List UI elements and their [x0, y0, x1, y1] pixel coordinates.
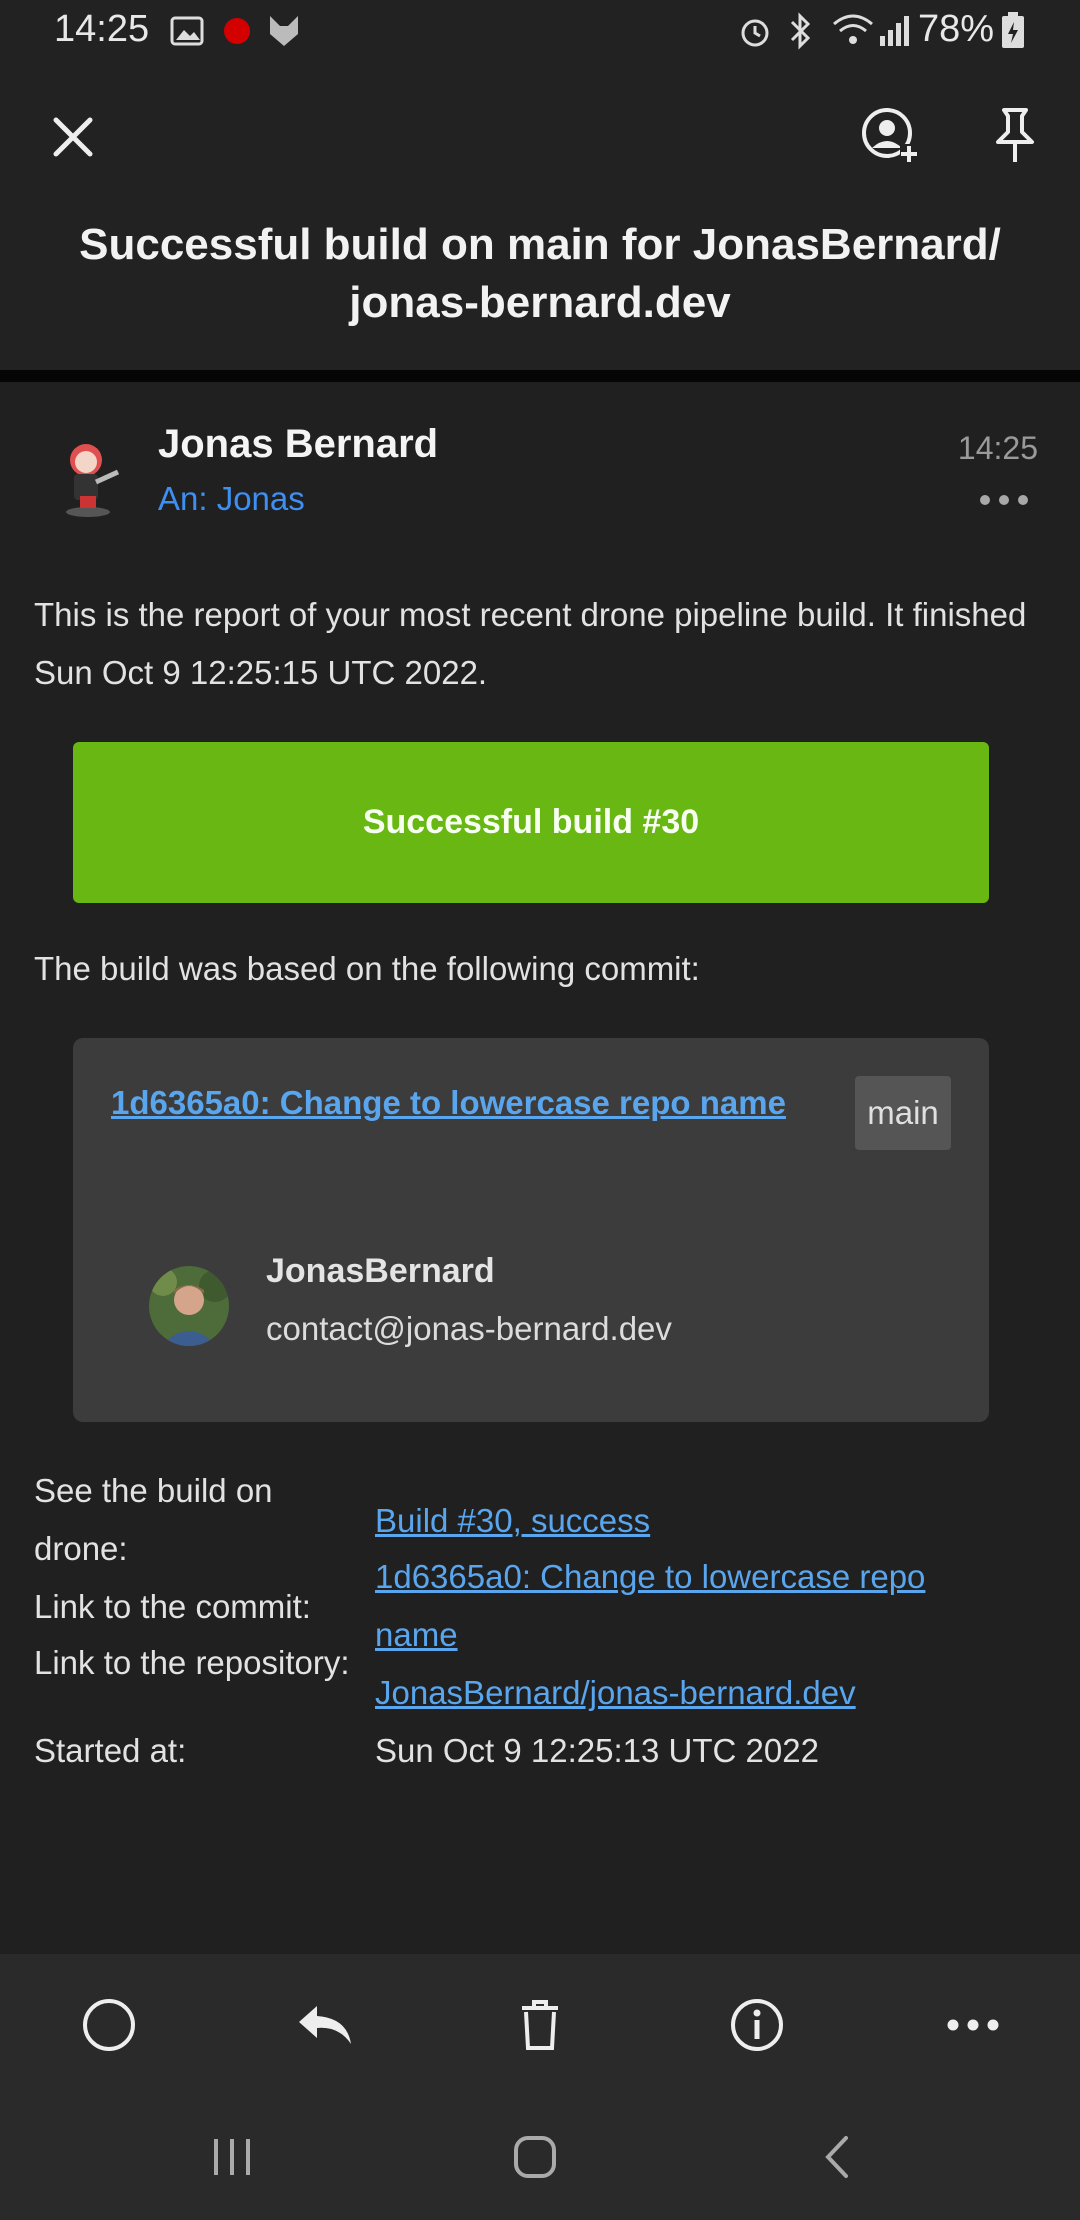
build-status-button[interactable]: Successful build #30	[73, 742, 989, 903]
signal-icon	[880, 16, 909, 46]
mail-time: 14:25	[957, 430, 1038, 466]
commit-card: 1d6365a0: Change to lowercase repo name …	[73, 1038, 989, 1422]
avatar[interactable]	[52, 434, 124, 518]
more-icon	[947, 2019, 999, 2031]
delete-icon	[522, 2000, 558, 2050]
detail-label: Link to the repository:	[34, 1644, 350, 1681]
detail-value[interactable]: 1d6365a0: Change to lowercase repo name	[375, 1548, 1015, 1664]
gallery-icon	[170, 16, 204, 46]
home-icon	[514, 2136, 556, 2178]
app-notification-icon	[270, 16, 298, 46]
detail-label: Link to the commit:	[34, 1588, 311, 1625]
commit-url-link[interactable]: 1d6365a0: Change to lowercase repo name	[375, 1558, 925, 1653]
back-icon	[825, 2136, 848, 2178]
alarm-icon	[741, 19, 769, 47]
author-name: JonasBernard	[266, 1252, 495, 1290]
status-time: 14:25	[54, 8, 150, 50]
info-button[interactable]	[722, 1990, 792, 2060]
detail-label: Started at:	[34, 1732, 187, 1769]
add-contact-icon[interactable]	[860, 106, 920, 166]
email-body: Jonas Bernard An: Jonas 14:25 This is th…	[0, 382, 1080, 1954]
reply-icon	[299, 2006, 351, 2044]
build-link[interactable]: Build #30, success	[375, 1502, 650, 1539]
commit-link[interactable]: 1d6365a0: Change to lowercase repo name	[111, 1084, 786, 1122]
page-title: Successful build on main for JonasBernar…	[79, 220, 1001, 327]
repository-link[interactable]: JonasBernard/jonas-bernard.dev	[375, 1674, 856, 1711]
detail-label: See the build on drone:	[34, 1472, 273, 1567]
more-options-icon[interactable]	[978, 490, 1030, 510]
recipient[interactable]: An: Jonas	[158, 480, 305, 518]
recents-icon	[214, 2139, 250, 2175]
more-button[interactable]	[938, 1990, 1008, 2060]
circle-icon	[83, 1999, 135, 2051]
detail-value[interactable]: JonasBernard/jonas-bernard.dev	[375, 1664, 1015, 1722]
message-toolbar	[0, 1954, 1080, 2094]
divider	[0, 370, 1080, 382]
recents-button[interactable]	[198, 2122, 268, 2192]
message-header: Successful build on main for JonasBernar…	[0, 66, 1080, 370]
system-navigation-bar	[0, 2094, 1080, 2220]
close-icon[interactable]	[50, 114, 96, 160]
bluetooth-icon	[790, 12, 811, 50]
home-button[interactable]	[500, 2122, 570, 2192]
commit-intro-text: The build was based on the following com…	[34, 950, 700, 987]
back-button[interactable]	[802, 2122, 872, 2192]
sender-name[interactable]: Jonas Bernard	[158, 422, 438, 467]
wifi-icon	[833, 14, 873, 44]
status-bar: 14:25 78%	[0, 0, 1080, 66]
reply-button[interactable]	[290, 1990, 360, 2060]
started-at-value: Sun Oct 9 12:25:13 UTC 2022	[375, 1732, 819, 1769]
author-avatar	[149, 1266, 229, 1346]
pin-icon[interactable]	[992, 106, 1038, 166]
delete-button[interactable]	[505, 1990, 575, 2060]
info-icon	[731, 1999, 783, 2051]
circle-button[interactable]	[74, 1990, 144, 2060]
battery-percent: 78%	[917, 8, 994, 50]
branch-tag: main	[855, 1076, 951, 1150]
intro-text: This is the report of your most recent d…	[34, 596, 1027, 691]
author-email: contact@jonas-bernard.dev	[266, 1310, 672, 1347]
battery-icon	[1002, 12, 1024, 48]
detail-value[interactable]: Build #30, success	[375, 1492, 1015, 1550]
record-icon	[224, 18, 250, 44]
